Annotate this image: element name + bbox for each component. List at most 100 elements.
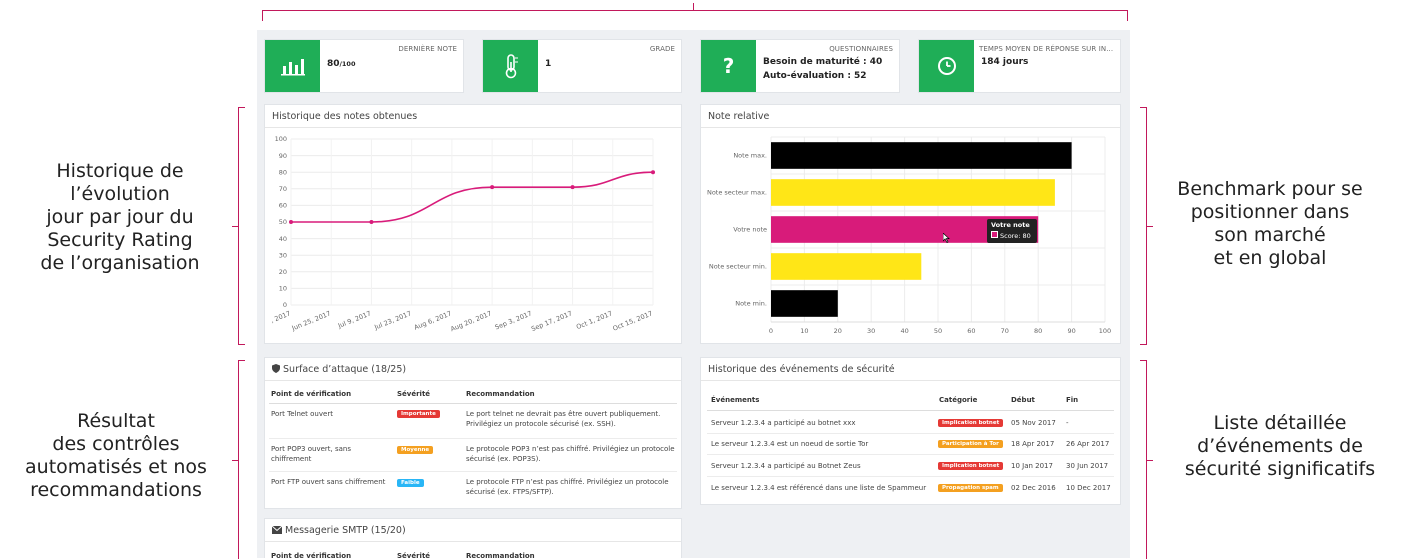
- history-panel: Historique des notes obtenues 0 10 20 30 40 5…: [264, 104, 682, 344]
- event-description: Le serveur 1.2.3.4 est référencé dans un…: [711, 484, 927, 492]
- column-header: Sévérité: [397, 552, 431, 560]
- mouse-cursor-icon: [943, 233, 950, 243]
- series-line: [291, 171, 654, 223]
- recommendation: Le protocole FTP n’est pas chiffré. Priv…: [466, 478, 669, 496]
- header-divider: [707, 410, 1114, 411]
- y-tick-label: 0: [283, 301, 287, 309]
- y-tick-label: 80: [279, 168, 287, 176]
- top-bracket: [262, 10, 1128, 21]
- category-label: Note secteur max.: [707, 189, 767, 197]
- column-header: Catégorie: [939, 396, 978, 404]
- category-label: Note secteur min.: [709, 263, 767, 271]
- x-tick-label: Oct 15, 2017: [612, 309, 654, 332]
- x-tick-label: 10: [800, 327, 808, 335]
- category-badge: Participation à Tor: [938, 440, 1003, 448]
- shield-icon: [272, 364, 280, 373]
- x-tick-label: 20: [834, 327, 842, 335]
- panel-title: Historique des notes obtenues: [272, 111, 418, 122]
- stat-label: TEMPS MOYEN DE RÉPONSE SUR IN...: [979, 45, 1114, 53]
- tooltip-title: Votre note: [991, 221, 1030, 229]
- recommendation: Le protocole POP3 n’est pas chiffré. Pri…: [466, 445, 675, 463]
- stat-label: DERNIÈRE NOTE: [398, 45, 457, 53]
- x-tick-label: Aug 6, 2017: [413, 309, 453, 331]
- event-description: Serveur 1.2.3.4 a participé au botnet xx…: [711, 419, 856, 427]
- divider: [265, 541, 681, 542]
- x-tick-label: 60: [967, 327, 975, 335]
- x-tick-label: 70: [1001, 327, 1009, 335]
- annotation-benchmark: Benchmark pour se positionner dans son mar…: [1177, 178, 1363, 269]
- event-end: -: [1066, 419, 1069, 427]
- relative-panel: Note relative 0 10 20 30 40 50 60 70 80 90 100 Note…: [700, 104, 1121, 344]
- y-tick-label: 100: [275, 135, 287, 143]
- right-top-dash: [1146, 226, 1153, 227]
- x-tick-label: Sep 17, 2017: [530, 309, 573, 333]
- check-point: Port POP3 ouvert, sans chiffrement: [271, 445, 351, 463]
- recommendation: Le port telnet ne devrait pas être ouver…: [466, 410, 661, 428]
- event-start: 10 Jan 2017: [1011, 462, 1053, 470]
- bar-chart-icon: [265, 40, 320, 92]
- event-start: 02 Dec 2016: [1011, 484, 1056, 492]
- y-tick-label: 40: [279, 235, 287, 243]
- x-tick-label: 0: [769, 327, 773, 335]
- event-start: 05 Nov 2017: [1011, 419, 1056, 427]
- column-header: Événements: [711, 396, 760, 404]
- event-end: 10 Dec 2017: [1066, 484, 1111, 492]
- y-tick-label: 20: [279, 268, 287, 276]
- bar: [771, 253, 922, 280]
- smtp-panel: Messagerie SMTP (15/20) Point de vérific…: [264, 518, 682, 560]
- panel-title: Surface d’attaque (18/25): [272, 364, 406, 375]
- left-top-bracket: [238, 107, 245, 345]
- data-point: [570, 185, 575, 190]
- tooltip-value: Score: 80: [991, 231, 1031, 240]
- x-tick-label: Jul 9, 2017: [336, 309, 372, 330]
- stat-value: 184 jours: [981, 57, 1029, 67]
- panel-title: Historique des événements de sécurité: [708, 364, 895, 375]
- x-tick-label: 40: [900, 327, 908, 335]
- column-header: Point de vérification: [271, 390, 352, 398]
- events-panel: Historique des événements de sécurité Év…: [700, 357, 1121, 505]
- column-header: Début: [1011, 396, 1035, 404]
- bar: [771, 290, 838, 317]
- annotation-history: Historique de l’évolution jour par jour du…: [40, 160, 200, 274]
- column-header: Point de vérification: [271, 552, 352, 560]
- x-tick-label: 30: [867, 327, 875, 335]
- left-bottom-dash: [232, 460, 239, 461]
- thermometer-icon: [483, 40, 538, 92]
- check-point: Port FTP ouvert sans chiffrement: [271, 478, 386, 486]
- column-header: Fin: [1066, 396, 1079, 404]
- x-tick-label: Jul 23, 2017: [372, 309, 412, 331]
- row-divider: [707, 454, 1114, 455]
- x-tick-label: 80: [1034, 327, 1042, 335]
- column-header: Recommandation: [466, 390, 535, 398]
- panel-title: Note relative: [708, 111, 770, 122]
- category-label: Votre note: [733, 226, 767, 234]
- x-tick-label: Jun 25, 2017: [290, 309, 332, 332]
- divider: [265, 127, 681, 128]
- x-tick-label: 50: [934, 327, 942, 335]
- row-divider: [707, 433, 1114, 434]
- annotation-controls: Résultat des contrôles automatisés et nos r…: [25, 410, 207, 501]
- bar: [771, 142, 1072, 169]
- event-end: 30 Jun 2017: [1066, 462, 1109, 470]
- stat-value: Auto-évaluation : 52: [763, 71, 867, 81]
- column-header: Recommandation: [466, 552, 535, 560]
- stat-value: 80/100: [327, 59, 356, 69]
- x-tick-label: Oct 1, 2017: [575, 309, 613, 331]
- chart-tooltip: Votre note Score: 80: [987, 219, 1037, 243]
- x-tick-label: Aug 20, 2017: [449, 309, 493, 333]
- stat-value: Besoin de maturité : 40: [763, 57, 883, 67]
- top-bracket-tick: [693, 3, 694, 10]
- category-badge: Implication botnet: [938, 462, 1004, 470]
- divider: [701, 127, 1120, 128]
- category-label: Note min.: [735, 300, 767, 308]
- event-description: Le serveur 1.2.3.4 est un noeud de sorti…: [711, 440, 869, 448]
- column-header: Sévérité: [397, 390, 431, 398]
- event-end: 26 Apr 2017: [1066, 440, 1110, 448]
- x-tick-label: , 2017: [270, 309, 292, 324]
- stat-card-questionnaires: ? QUESTIONNAIRES Besoin de maturité : 40…: [700, 39, 900, 93]
- divider: [265, 380, 681, 381]
- stat-card-grade: GRADE 1: [482, 39, 682, 93]
- y-tick-label: 70: [279, 185, 287, 193]
- row-divider: [269, 438, 677, 439]
- check-point: Port Telnet ouvert: [271, 410, 333, 418]
